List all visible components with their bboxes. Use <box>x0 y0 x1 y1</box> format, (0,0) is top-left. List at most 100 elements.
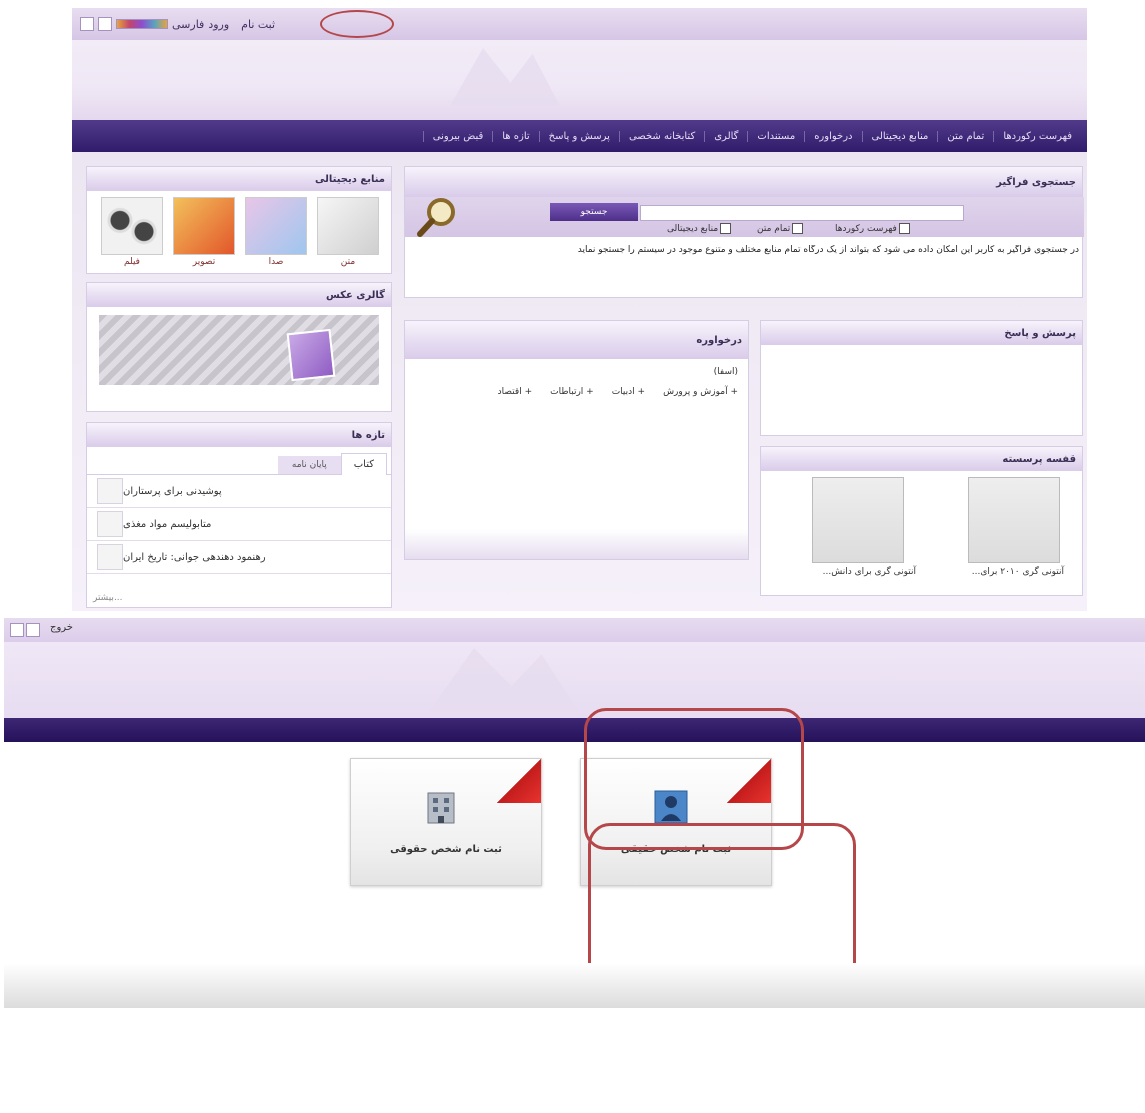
magnifier-icon <box>417 198 455 237</box>
showcase-item-title: آنتونی گری برای دانش... <box>822 567 916 577</box>
content-area: جستجوی فراگیر جستجو فهرست رکوردها تمام م… <box>72 152 1087 611</box>
category-item[interactable]: + آموزش و پرورش <box>663 387 738 397</box>
qa-panel: پرسش و پاسخ <box>760 320 1083 436</box>
ribbon-icon <box>497 759 541 803</box>
resources-panel: منابع دیجیتالی متن صدا تصویر فیلم <box>86 166 392 274</box>
login-link[interactable]: ورود <box>208 18 229 31</box>
requests-panel: درخواوره (اسفا) + آموزش و پرورش + ادبیات… <box>404 320 749 560</box>
gallery-panel: گالری عکس <box>86 282 392 412</box>
main-nav <box>4 718 1145 742</box>
news-item-title: رهنمود دهندهی جوانی: تاریخ ایران <box>123 551 266 563</box>
resource-label: صدا <box>268 257 284 267</box>
top-bar: فارسی ورود ثبت نام <box>72 8 1087 40</box>
footer-band <box>4 963 1145 1008</box>
category-label: ادبیات <box>611 387 635 397</box>
banner <box>72 40 1087 120</box>
tab-theses[interactable]: پایان نامه <box>277 456 341 474</box>
note-icon <box>286 328 336 382</box>
category-label: آموزش و پرورش <box>663 387 728 397</box>
news-item[interactable]: رهنمود دهندهی جوانی: تاریخ ایران <box>87 541 391 574</box>
category-item[interactable]: + ادبیات <box>612 387 645 397</box>
nav-item[interactable]: تمام متن <box>937 130 993 142</box>
register-highlight <box>320 10 394 38</box>
gallery-area[interactable] <box>87 307 391 411</box>
nav-item[interactable]: مستندات <box>747 130 804 142</box>
window-icon[interactable] <box>10 623 24 637</box>
news-item-title: پوشیدنی برای پرستاران <box>123 485 222 497</box>
search-option-records[interactable]: فهرست رکوردها <box>835 223 910 234</box>
tab-books[interactable]: کتاب <box>340 453 387 475</box>
theme-colors-icon[interactable] <box>116 19 168 29</box>
resource-label: متن <box>340 257 356 267</box>
logo-shape <box>429 648 579 712</box>
book-thumbnail <box>97 478 123 504</box>
category-item[interactable]: + ارتباطات <box>550 387 594 397</box>
nav-item[interactable]: منابع دیجیتالی <box>861 130 938 142</box>
resource-label: تصویر <box>192 257 216 267</box>
nav-item[interactable]: تازه ها <box>492 130 538 142</box>
news-item-title: متابولیسم مواد مغذی <box>123 518 212 530</box>
legal-person-register-card[interactable]: ثبت نام شخص حقوقی <box>350 758 542 886</box>
search-bar: جستجو فهرست رکوردها تمام متن منابع دیجیت… <box>405 197 1084 237</box>
news-item[interactable]: متابولیسم مواد مغذی <box>87 508 391 541</box>
requests-categories: + آموزش و پرورش + ادبیات + ارتباطات + اق… <box>498 387 738 397</box>
main-nav: فهرست رکوردها تمام متن منابع دیجیتالی درخوا… <box>72 120 1087 152</box>
building-icon <box>427 792 455 824</box>
book-thumbnail <box>97 511 123 537</box>
film-icon <box>101 197 163 255</box>
nav-item[interactable]: قبض بیرونی <box>422 130 493 142</box>
search-option-label: تمام متن <box>757 224 791 234</box>
showcase-panel: قفسه پرسسته آنتونی گری ۲۰۱۰ برای... آنتو… <box>760 446 1083 596</box>
window-icon[interactable] <box>26 623 40 637</box>
search-input[interactable] <box>640 205 964 221</box>
top-bar-tools: فارسی ورود ثبت نام <box>80 16 275 32</box>
register-link[interactable]: ثبت نام <box>241 18 275 31</box>
registration-screenshot: خروج ثبت نام شخص حقوقی ثبت نام شخص حقیقی <box>4 618 1145 1113</box>
gallery-image[interactable] <box>99 315 379 385</box>
category-label: ارتباطات <box>550 387 584 397</box>
requests-subtitle: (اسفا) <box>713 367 738 377</box>
book-cover <box>968 477 1060 563</box>
panel-footer-gradient <box>405 529 748 559</box>
resource-item-audio[interactable]: صدا <box>245 197 307 267</box>
showcase-item[interactable]: آنتونی گری ۲۰۱۰ برای... <box>934 477 1064 577</box>
resource-label: فیلم <box>124 257 140 267</box>
nav-item[interactable]: گالری <box>704 130 747 142</box>
category-item[interactable]: + اقتصاد <box>498 387 532 397</box>
search-option-label: فهرست رکوردها <box>835 224 897 234</box>
logo-shape <box>450 48 560 106</box>
showcase-item[interactable]: آنتونی گری برای دانش... <box>786 477 916 577</box>
news-more-link[interactable]: بیشتر... <box>93 593 123 603</box>
search-option-digital[interactable]: منابع دیجیتالی <box>667 223 732 234</box>
window-icon[interactable] <box>98 17 112 31</box>
homepage-screenshot: فارسی ورود ثبت نام فهرست رکوردها تمام متن… <box>72 8 1087 611</box>
window-icon[interactable] <box>80 17 94 31</box>
top-bar: خروج <box>4 618 1145 642</box>
book-thumbnail <box>97 544 123 570</box>
news-panel: تازه ها کتاب پایان نامه پوشیدنی برای پرس… <box>86 422 392 608</box>
search-panel: جستجوی فراگیر جستجو فهرست رکوردها تمام م… <box>404 166 1084 298</box>
resources-title: منابع دیجیتالی <box>87 167 391 191</box>
requests-title: درخواوره <box>405 321 748 359</box>
search-description: در جستجوی فراگیر به کاربر این امکان داده… <box>577 245 1079 255</box>
search-option-label: منابع دیجیتالی <box>667 224 719 234</box>
search-option-fulltext[interactable]: تمام متن <box>757 223 804 234</box>
qa-title: پرسش و پاسخ <box>761 321 1082 345</box>
resource-item-text[interactable]: متن <box>317 197 379 267</box>
resource-item-film[interactable]: فیلم <box>101 197 163 267</box>
news-item[interactable]: پوشیدنی برای پرستاران <box>87 475 391 508</box>
nav-item[interactable]: درخواوره <box>804 130 861 142</box>
book-cover <box>812 477 904 563</box>
nav-item[interactable]: کتابخانه شخصی <box>618 130 704 142</box>
nav-item[interactable]: فهرست رکوردها <box>993 130 1081 142</box>
document-icon <box>317 197 379 255</box>
search-button[interactable]: جستجو <box>550 203 638 221</box>
resource-item-image[interactable]: تصویر <box>173 197 235 267</box>
logout-link[interactable]: خروج <box>50 622 73 633</box>
music-icon <box>245 197 307 255</box>
banner <box>4 642 1145 718</box>
news-tabs: کتاب پایان نامه <box>87 447 391 475</box>
image-icon <box>173 197 235 255</box>
nav-item[interactable]: پرسش و پاسخ <box>538 130 619 142</box>
language-link[interactable]: فارسی <box>172 18 204 31</box>
